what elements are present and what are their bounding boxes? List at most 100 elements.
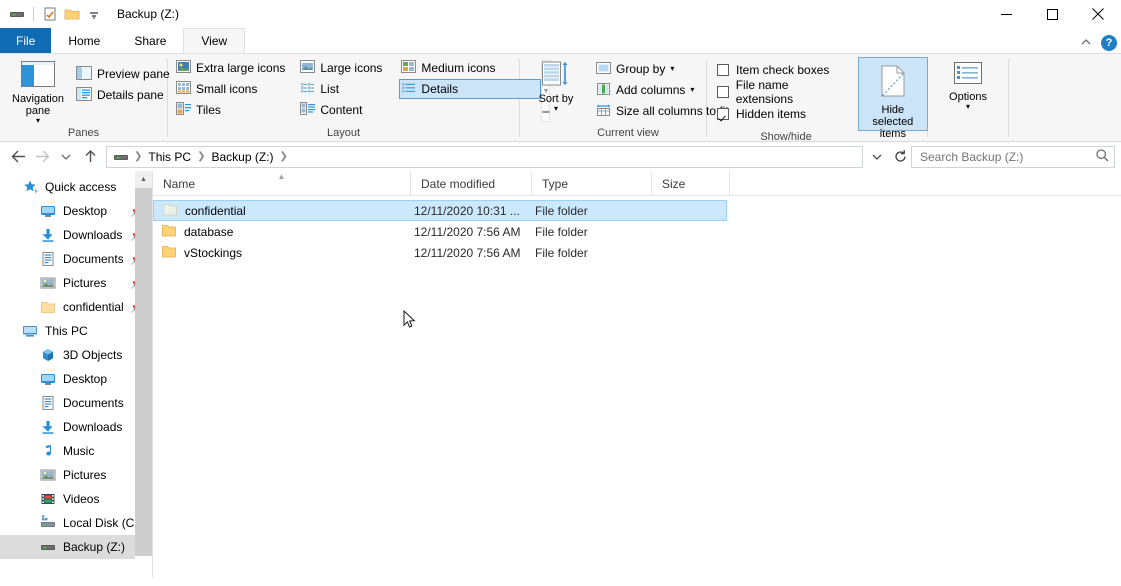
videos-icon	[40, 491, 56, 507]
breadcrumb-separator[interactable]: ❯	[197, 151, 205, 162]
sidebar-item-videos[interactable]: Videos	[0, 487, 152, 511]
sidebar-item-pictures[interactable]: Pictures 📌	[0, 271, 152, 295]
sidebar-item-documents[interactable]: Documents 📌	[0, 247, 152, 271]
folder-icon	[161, 223, 177, 241]
sidebar-item-downloads[interactable]: Downloads 📌	[0, 223, 152, 247]
sort-by-button[interactable]: Sort by ▾	[524, 58, 588, 113]
file-name-label: database	[184, 224, 234, 239]
sidebar-item-label: Music	[63, 444, 95, 458]
layout-extra-large-icons-button[interactable]: Extra large icons	[174, 58, 290, 78]
table-row[interactable]: vStockings 12/11/2020 7:56 AM File folde…	[153, 242, 1121, 263]
sidebar-item-quick-access[interactable]: Quick access	[0, 175, 152, 199]
sidebar-item-label: Quick access	[45, 180, 117, 194]
column-header-type[interactable]: Type	[532, 171, 652, 196]
tab-file[interactable]: File	[0, 28, 52, 53]
minimize-button[interactable]	[983, 0, 1029, 28]
column-header-name[interactable]: ▲ Name	[153, 171, 411, 196]
sidebar-item-downloads-pc[interactable]: Downloads	[0, 415, 152, 439]
file-name-cell[interactable]: vStockings	[153, 244, 404, 262]
options-button[interactable]: Options ▾	[936, 58, 1000, 111]
layout-tiles-button[interactable]: Tiles	[174, 100, 290, 120]
address-history-button[interactable]	[865, 145, 889, 169]
table-row[interactable]: database 12/11/2020 7:56 AM File folder	[153, 221, 1121, 242]
breadcrumb-separator[interactable]: ❯	[279, 151, 287, 162]
breadcrumb-separator[interactable]: ❯	[134, 151, 142, 162]
drive-icon	[113, 150, 129, 164]
sidebar-item-music[interactable]: Music	[0, 439, 152, 463]
sidebar-item-desktop[interactable]: Desktop 📌	[0, 199, 152, 223]
column-header-size[interactable]: Size	[652, 171, 730, 196]
refresh-button[interactable]	[889, 146, 911, 168]
customize-chevron-icon[interactable]	[83, 3, 105, 25]
small-icons-icon	[176, 81, 191, 97]
group-divider	[1008, 59, 1009, 137]
details-icon	[401, 81, 416, 97]
column-label: Name	[163, 176, 196, 191]
breadcrumb-item-this-pc[interactable]: This PC	[145, 150, 194, 164]
file-name-extensions-checkbox[interactable]: File name extensions	[713, 78, 850, 106]
sidebar-item-desktop-pc[interactable]: Desktop	[0, 367, 152, 391]
sidebar-item-3d-objects[interactable]: 3D Objects	[0, 343, 152, 367]
preview-pane-button[interactable]: Preview pane	[74, 64, 175, 84]
search-icon[interactable]	[1095, 148, 1110, 166]
close-button[interactable]	[1075, 0, 1121, 28]
tab-view[interactable]: View	[183, 28, 246, 53]
navigation-pane-button[interactable]: Navigation pane ▾	[6, 58, 70, 125]
pictures-icon	[40, 467, 56, 483]
navigation-pane-scrollbar[interactable]: ▲	[135, 171, 152, 578]
sidebar-item-this-pc[interactable]: This PC	[0, 319, 152, 343]
hide-selected-items-icon	[877, 64, 909, 101]
sidebar-item-label: Documents	[63, 252, 124, 266]
layout-list-button[interactable]: List	[298, 79, 387, 99]
ribbon: Navigation pane ▾ Preview pane Details p…	[0, 53, 1121, 143]
new-folder-icon[interactable]	[61, 3, 83, 25]
sidebar-item-confidential[interactable]: confidential 📌	[0, 295, 152, 319]
tab-home[interactable]: Home	[51, 28, 117, 53]
ribbon-group-panes: Navigation pane ▾ Preview pane Details p…	[0, 54, 170, 142]
help-button[interactable]: ?	[1101, 35, 1117, 51]
hide-selected-items-button[interactable]: Hide selected items	[857, 57, 929, 140]
item-check-boxes-label: Item check boxes	[736, 62, 830, 77]
layout-content-button[interactable]: Content	[298, 100, 387, 120]
file-name-label: confidential	[185, 203, 246, 218]
layout-large-icons-button[interactable]: Large icons	[298, 58, 387, 78]
breadcrumb[interactable]: ❯ This PC ❯ Backup (Z:) ❯	[106, 145, 863, 168]
sidebar-item-backup-z[interactable]: Backup (Z:)	[0, 535, 152, 559]
group-by-icon	[596, 61, 611, 78]
checkbox-icon	[717, 63, 729, 76]
group-label-layout: Layout	[326, 127, 361, 139]
scrollbar-thumb[interactable]	[135, 188, 152, 556]
file-name-cell[interactable]: confidential	[154, 202, 404, 220]
file-name-cell[interactable]: database	[153, 223, 404, 241]
explorer-body: Quick access Desktop 📌 Downloads 📌	[0, 171, 1121, 578]
scroll-up-icon[interactable]: ▲	[135, 171, 152, 188]
column-header-date-modified[interactable]: Date modified	[411, 171, 532, 196]
maximize-button[interactable]	[1029, 0, 1075, 28]
details-pane-icon	[76, 86, 92, 104]
search-box[interactable]	[911, 145, 1115, 168]
back-button[interactable]	[6, 145, 30, 169]
search-input[interactable]	[920, 149, 1095, 164]
up-button[interactable]	[78, 145, 102, 169]
properties-icon[interactable]	[39, 3, 61, 25]
chevron-up-icon[interactable]	[1079, 36, 1093, 50]
sidebar-item-local-disk-c[interactable]: Local Disk (C:)	[0, 511, 152, 535]
column-label: Type	[542, 176, 569, 191]
table-row[interactable]: confidential 12/11/2020 10:31 ... File f…	[153, 200, 727, 221]
layout-label: Tiles	[196, 103, 221, 117]
sidebar-item-pictures-pc[interactable]: Pictures	[0, 463, 152, 487]
sidebar-item-documents-pc[interactable]: Documents	[0, 391, 152, 415]
group-by-label: Group by	[616, 62, 666, 76]
ribbon-group-current-view: Sort by ▾ Group by ▾ Add columns ▾ Size …	[520, 54, 729, 142]
sidebar-item-label: Backup (Z:)	[63, 540, 126, 554]
quick-access-star-icon	[22, 179, 38, 195]
file-type-cell: File folder	[535, 203, 588, 218]
tab-share[interactable]: Share	[117, 28, 183, 53]
recent-locations-button[interactable]	[54, 145, 78, 169]
details-pane-button[interactable]: Details pane	[74, 85, 175, 105]
breadcrumb-item-backup[interactable]: Backup (Z:)	[208, 150, 276, 164]
column-label: Date modified	[421, 176, 496, 191]
forward-button[interactable]	[30, 145, 54, 169]
hidden-items-checkbox[interactable]: Hidden items	[713, 103, 850, 124]
layout-small-icons-button[interactable]: Small icons	[174, 79, 290, 99]
